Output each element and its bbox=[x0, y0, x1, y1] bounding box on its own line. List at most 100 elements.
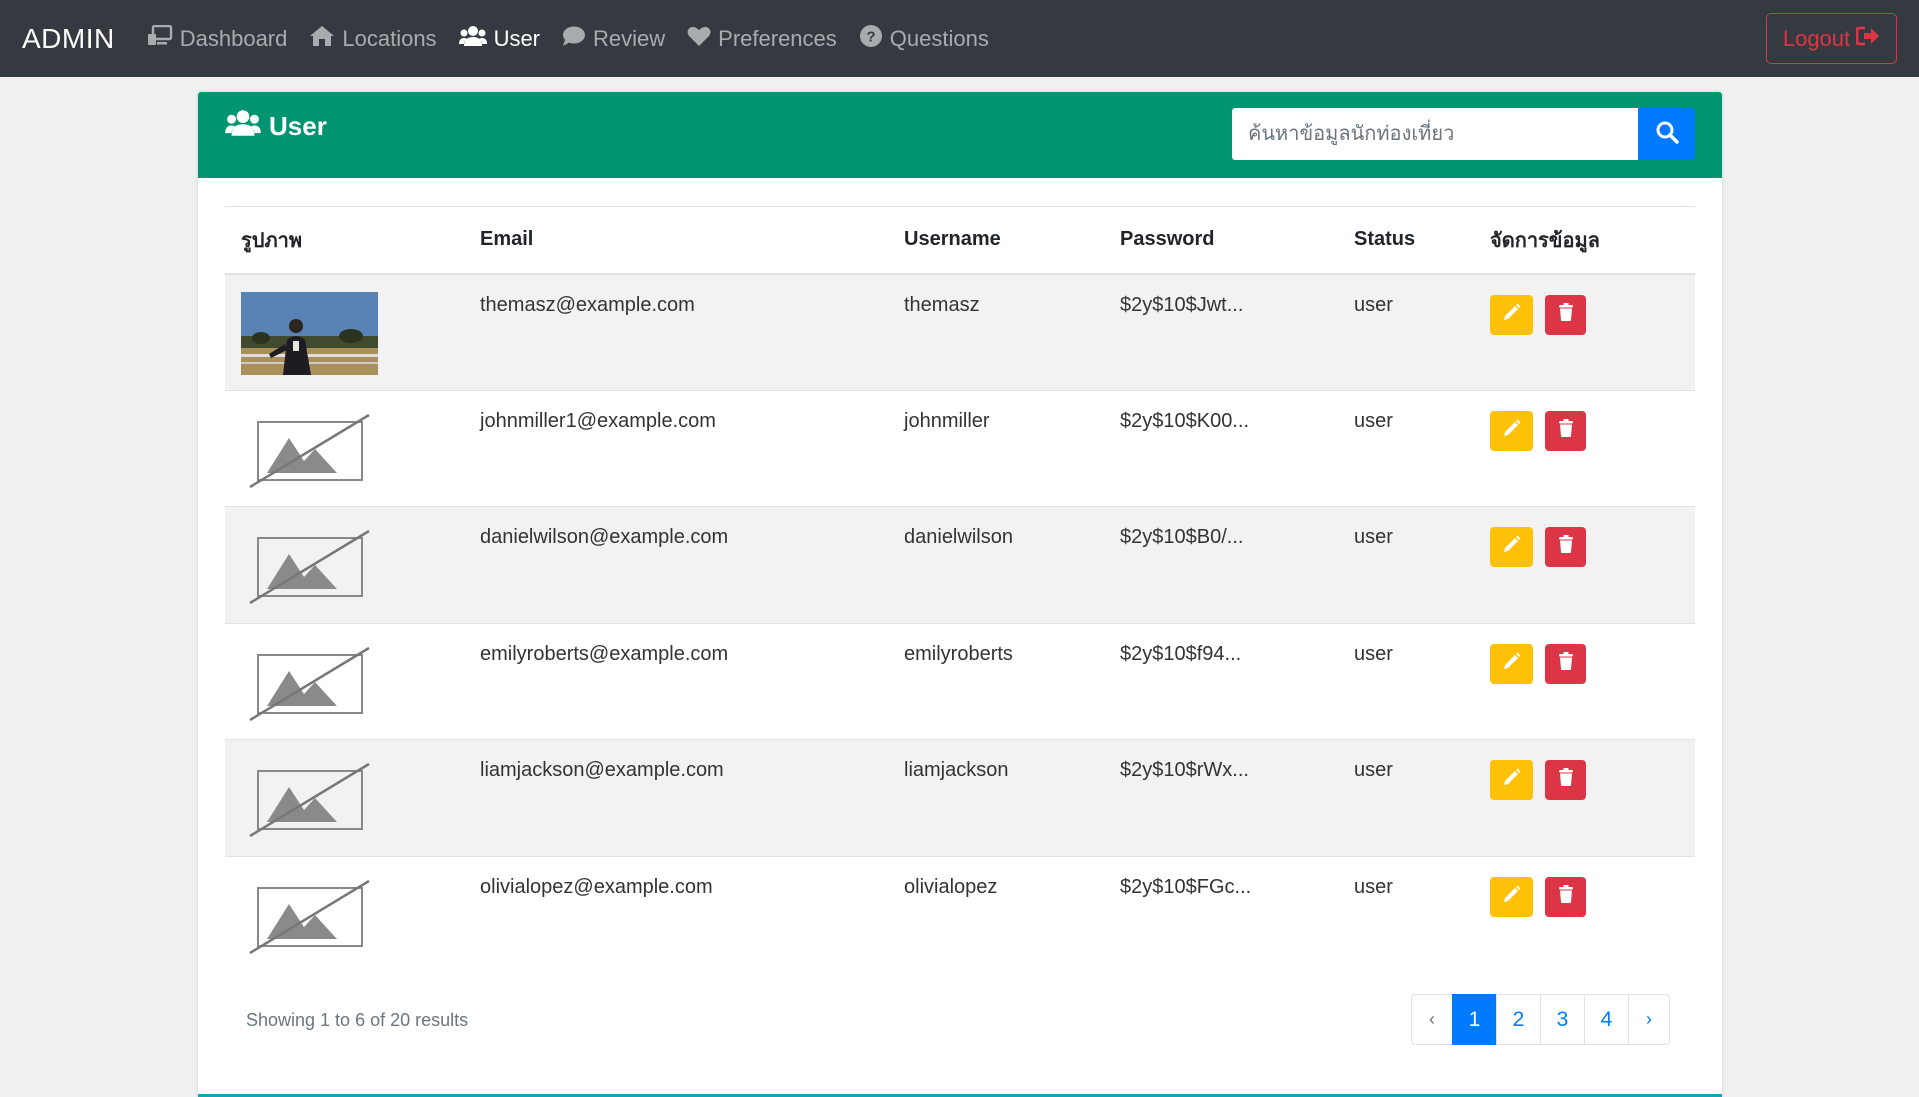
users-icon bbox=[225, 109, 269, 144]
logout-label: Logout bbox=[1782, 25, 1851, 51]
cell-email: emilyroberts@example.com bbox=[464, 622, 888, 740]
trash-icon bbox=[1558, 535, 1574, 559]
nav-item-label: Locations bbox=[342, 25, 437, 51]
header-image: รูปภาพ bbox=[225, 206, 464, 275]
delete-button[interactable] bbox=[1545, 527, 1586, 567]
nav-item-label: Dashboard bbox=[179, 25, 288, 51]
nav-item-dashboard[interactable]: Dashboard bbox=[147, 24, 288, 53]
trash-icon bbox=[1558, 302, 1574, 327]
image-placeholder-icon bbox=[241, 879, 371, 960]
nav-item-review[interactable]: Review bbox=[562, 25, 665, 53]
cell-password: $2y$10$B0/... bbox=[1104, 506, 1338, 623]
cell-status: user bbox=[1338, 739, 1474, 856]
brand-logo[interactable]: ADMIN bbox=[22, 23, 115, 55]
table-row: liamjackson@example.com liamjackson $2y$… bbox=[225, 739, 1695, 856]
pagination-page-3[interactable]: 3 bbox=[1540, 994, 1585, 1045]
cell-email: themasz@example.com bbox=[464, 273, 888, 390]
cell-username: liamjackson bbox=[888, 739, 1104, 856]
edit-button[interactable] bbox=[1490, 527, 1533, 567]
cell-email: johnmiller1@example.com bbox=[464, 389, 888, 507]
trash-icon bbox=[1558, 768, 1574, 792]
cell-email: olivialopez@example.com bbox=[464, 855, 888, 973]
header-email: Email bbox=[464, 206, 888, 275]
nav-item-label: User bbox=[493, 25, 541, 51]
cell-status: user bbox=[1338, 855, 1474, 973]
table-row: emilyroberts@example.com emilyroberts $2… bbox=[225, 622, 1695, 740]
card-title-text: User bbox=[269, 110, 327, 141]
header-username: Username bbox=[888, 206, 1104, 275]
top-navbar: ADMIN Dashboard Locations User Review Pr… bbox=[0, 0, 1919, 77]
cell-password: $2y$10$K00... bbox=[1104, 389, 1338, 507]
nav-item-user[interactable]: User bbox=[458, 25, 541, 53]
cell-username: johnmiller bbox=[888, 389, 1104, 507]
header-actions: จัดการข้อมูล bbox=[1474, 206, 1695, 275]
nav-item-locations[interactable]: Locations bbox=[309, 25, 437, 53]
cell-status: user bbox=[1338, 622, 1474, 740]
cell-status: user bbox=[1338, 506, 1474, 623]
home-icon bbox=[309, 25, 342, 53]
cell-image bbox=[225, 739, 464, 856]
pagination-page-1[interactable]: 1 bbox=[1452, 994, 1497, 1045]
users-icon bbox=[458, 25, 494, 53]
header-status: Status bbox=[1338, 206, 1474, 275]
delete-button[interactable] bbox=[1545, 876, 1586, 917]
user-card: User รูปภาพ Email Username Password Stat… bbox=[198, 92, 1722, 1097]
cell-image bbox=[225, 855, 464, 973]
nav-item-label: Preferences bbox=[718, 25, 837, 51]
search-icon bbox=[1655, 120, 1679, 149]
nav-item-questions[interactable]: ? Questions bbox=[859, 24, 989, 54]
comment-icon bbox=[562, 25, 593, 53]
cell-image bbox=[225, 273, 464, 390]
card-header: User bbox=[198, 92, 1722, 178]
edit-button[interactable] bbox=[1490, 643, 1533, 684]
search-button[interactable] bbox=[1638, 108, 1695, 160]
cell-status: user bbox=[1338, 273, 1474, 390]
image-placeholder-icon bbox=[241, 646, 371, 727]
nav-item-label: Review bbox=[593, 25, 666, 51]
user-photo bbox=[241, 291, 448, 375]
cell-email: liamjackson@example.com bbox=[464, 739, 888, 856]
cell-username: olivialopez bbox=[888, 855, 1104, 973]
cell-actions bbox=[1474, 739, 1695, 856]
card-title: User bbox=[225, 109, 327, 144]
table-row: themasz@example.com themasz $2y$10$Jwt..… bbox=[225, 273, 1695, 390]
table-row: johnmiller1@example.com johnmiller $2y$1… bbox=[225, 389, 1695, 507]
trash-icon bbox=[1558, 884, 1574, 909]
pencil-icon bbox=[1503, 652, 1521, 676]
cell-actions bbox=[1474, 855, 1695, 973]
image-placeholder-icon bbox=[241, 413, 371, 494]
delete-button[interactable] bbox=[1545, 410, 1586, 451]
cell-image bbox=[225, 622, 464, 740]
pagination-page-4[interactable]: 4 bbox=[1584, 994, 1629, 1045]
edit-button[interactable] bbox=[1490, 760, 1533, 800]
cell-actions bbox=[1474, 273, 1695, 390]
delete-button[interactable] bbox=[1545, 294, 1586, 335]
delete-button[interactable] bbox=[1545, 643, 1586, 684]
trash-icon bbox=[1558, 418, 1574, 443]
header-password: Password bbox=[1104, 206, 1338, 275]
cell-username: emilyroberts bbox=[888, 622, 1104, 740]
cell-username: themasz bbox=[888, 273, 1104, 390]
search-input[interactable] bbox=[1232, 108, 1638, 160]
edit-button[interactable] bbox=[1490, 410, 1533, 451]
cell-password: $2y$10$Jwt... bbox=[1104, 273, 1338, 390]
cell-email: danielwilson@example.com bbox=[464, 506, 888, 623]
pagination-page-2[interactable]: 2 bbox=[1496, 994, 1541, 1045]
cell-username: danielwilson bbox=[888, 506, 1104, 623]
table-row: olivialopez@example.com olivialopez $2y$… bbox=[225, 855, 1695, 973]
cell-actions bbox=[1474, 506, 1695, 623]
edit-button[interactable] bbox=[1490, 294, 1533, 335]
pagination-prev[interactable]: ‹ bbox=[1411, 994, 1453, 1045]
edit-button[interactable] bbox=[1490, 876, 1533, 917]
delete-button[interactable] bbox=[1545, 760, 1586, 800]
pencil-icon bbox=[1503, 303, 1521, 327]
pagination-next[interactable]: › bbox=[1628, 994, 1670, 1045]
logout-button[interactable]: Logout bbox=[1766, 13, 1897, 64]
image-placeholder-icon bbox=[241, 529, 371, 610]
pencil-icon bbox=[1503, 885, 1521, 909]
nav-item-preferences[interactable]: Preferences bbox=[687, 25, 837, 53]
cell-actions bbox=[1474, 622, 1695, 740]
cell-password: $2y$10$f94... bbox=[1104, 622, 1338, 740]
pencil-icon bbox=[1503, 768, 1521, 792]
table-header-row: รูปภาพ Email Username Password Status จั… bbox=[225, 206, 1695, 275]
